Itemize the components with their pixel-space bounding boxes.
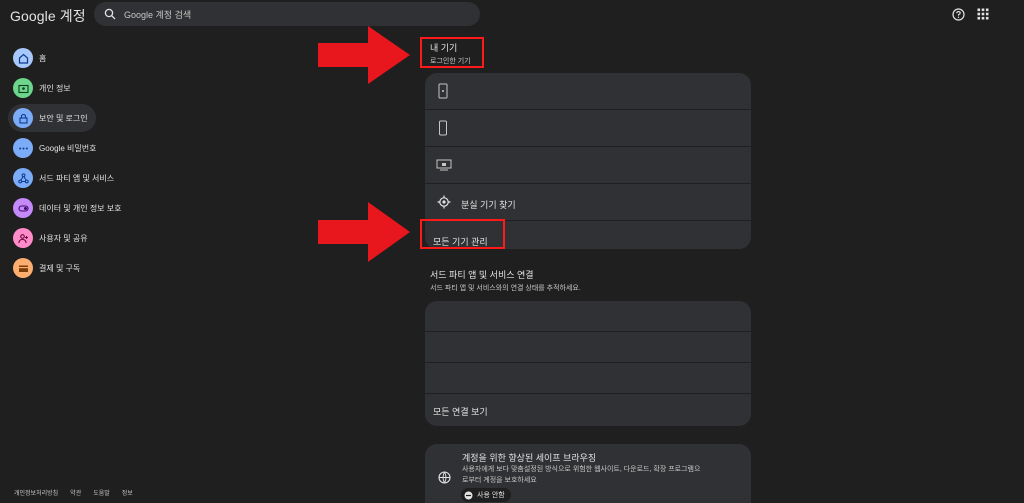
footer: 개인정보처리방침 약관 도움말 정보: [14, 488, 133, 497]
sidebar-item-label: 서드 파티 앱 및 서비스: [39, 174, 115, 183]
connection-row[interactable]: [425, 332, 751, 363]
device-row[interactable]: [425, 73, 751, 110]
disabled-icon: [464, 491, 473, 499]
sidebar-item-data-privacy[interactable]: 데이터 및 개인 정보 보호: [8, 194, 122, 222]
wallet-icon: [13, 258, 33, 278]
sidebar-item-people-sharing[interactable]: 사용자 및 공유: [8, 224, 100, 252]
sidebar-item-label: 보안 및 로그인: [39, 114, 88, 123]
sidebar-item-label: Google 비밀번호: [39, 144, 97, 153]
top-bar: Google 계정 Google 계정 검색: [0, 0, 1024, 30]
annotation-arrow-icon: [318, 202, 410, 262]
sidebar: 홈 개인 정보 보안 및 로그인 Google 비밀번호 서드 파티 앱 및 서…: [8, 44, 122, 284]
find-device-label: 분실 기기 찾기: [461, 200, 516, 210]
sidebar-item-payments[interactable]: 결제 및 구독: [8, 254, 100, 282]
sidebar-item-label: 데이터 및 개인 정보 보호: [39, 204, 122, 213]
device-row[interactable]: [425, 110, 751, 147]
location-target-icon: [437, 195, 451, 209]
highlight-box: [420, 37, 484, 68]
password-icon: [13, 138, 33, 158]
sidebar-item-google-password[interactable]: Google 비밀번호: [8, 134, 100, 162]
view-all-connections-label: 모든 연결 보기: [433, 407, 488, 417]
footer-link-about[interactable]: 정보: [122, 488, 133, 497]
annotation-arrow-icon: [318, 26, 410, 84]
connection-row[interactable]: [425, 363, 751, 394]
find-device-row[interactable]: 분실 기기 찾기: [425, 184, 751, 221]
highlight-box: [420, 219, 505, 249]
toggle-icon: [13, 198, 33, 218]
third-party-subtitle: 서드 파티 앱 및 서비스와의 연결 상태를 추적하세요.: [430, 285, 581, 292]
search-input[interactable]: Google 계정 검색: [94, 2, 480, 26]
sidebar-item-label: 사용자 및 공유: [39, 234, 88, 243]
google-account-logo[interactable]: Google 계정: [10, 6, 86, 26]
status-badge: 사용 안함: [461, 488, 511, 502]
safe-browsing-title: 계정을 위한 향상된 세이프 브라우징: [462, 453, 597, 463]
sidebar-item-label: 개인 정보: [39, 84, 71, 93]
help-icon[interactable]: [952, 8, 965, 21]
sidebar-item-label: 결제 및 구독: [39, 264, 81, 273]
view-all-connections-row[interactable]: 모든 연결 보기: [425, 394, 751, 426]
phone-icon: [439, 120, 447, 136]
sidebar-item-home[interactable]: 홈: [8, 44, 100, 72]
safe-browsing-description: 사용자에게 보다 맞춤설정된 방식으로 위험한 웹사이트, 다운로드, 확장 프…: [462, 466, 701, 473]
status-label: 사용 안함: [477, 492, 505, 499]
safe-browsing-card[interactable]: 계정을 위한 향상된 세이프 브라우징 사용자에게 보다 맞춤설정된 방식으로 …: [425, 444, 751, 503]
connection-row[interactable]: [425, 301, 751, 332]
sidebar-item-security[interactable]: 보안 및 로그인: [8, 104, 96, 132]
tablet-icon: [438, 83, 448, 99]
connected-apps-icon: [13, 168, 33, 188]
sidebar-item-third-party[interactable]: 서드 파티 앱 및 서비스: [8, 164, 114, 192]
sidebar-item-personal-info[interactable]: 개인 정보: [8, 74, 100, 102]
third-party-title: 서드 파티 앱 및 서비스 연결: [430, 270, 534, 280]
device-row[interactable]: [425, 147, 751, 184]
footer-link-privacy[interactable]: 개인정보처리방침: [14, 488, 58, 497]
search-icon: [104, 8, 116, 20]
id-card-icon: [13, 78, 33, 98]
people-icon: [13, 228, 33, 248]
home-icon: [13, 48, 33, 68]
footer-link-help[interactable]: 도움말: [93, 488, 110, 497]
safe-browsing-description: 로부터 계정을 보호하세요: [462, 477, 537, 484]
globe-shield-icon: [438, 471, 451, 484]
computer-icon: [436, 159, 452, 171]
lock-icon: [13, 108, 33, 128]
apps-icon[interactable]: [977, 8, 989, 20]
search-placeholder: Google 계정 검색: [124, 10, 192, 20]
footer-link-terms[interactable]: 약관: [70, 488, 81, 497]
sidebar-item-label: 홈: [39, 54, 47, 63]
third-party-card: 모든 연결 보기: [425, 301, 751, 426]
